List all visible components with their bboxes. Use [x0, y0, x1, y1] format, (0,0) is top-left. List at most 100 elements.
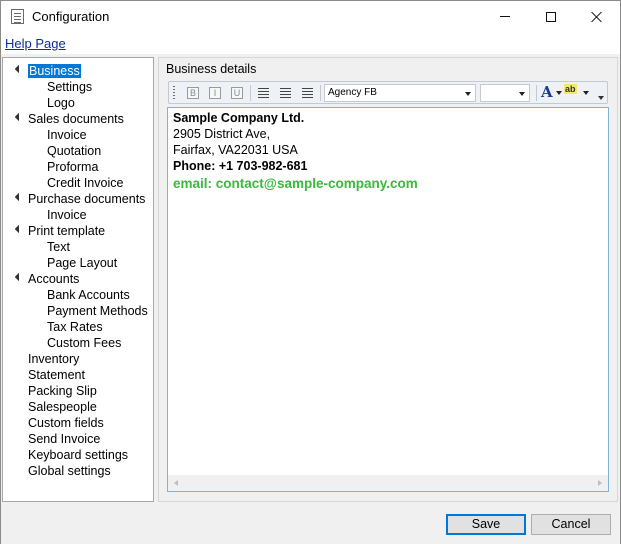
close-button[interactable]: [574, 1, 620, 32]
toolbar-separator: [320, 85, 321, 101]
window-title: Configuration: [32, 9, 110, 24]
highlight-color-button[interactable]: ab: [564, 84, 577, 94]
expand-arrow-icon[interactable]: [14, 272, 24, 282]
align-left-button[interactable]: [255, 85, 271, 101]
tree-item-inventory[interactable]: Inventory: [28, 351, 79, 367]
align-right-icon: [301, 88, 313, 98]
phone-text: Phone: +1 703-982-681: [173, 159, 308, 173]
tree-item-send-invoice[interactable]: Send Invoice: [28, 431, 100, 447]
tree-item-global-settings[interactable]: Global settings: [28, 463, 111, 479]
italic-button[interactable]: I: [207, 85, 223, 101]
minimize-button[interactable]: [482, 1, 528, 32]
highlight-dropdown-icon[interactable]: [583, 91, 589, 95]
tree-item-label: Text: [47, 240, 70, 254]
tree-item-label: Sales documents: [28, 112, 124, 126]
tree-item-label: Invoice: [47, 128, 87, 142]
scroll-right-icon[interactable]: [598, 480, 602, 486]
expand-arrow-icon[interactable]: [14, 112, 24, 122]
menu-bar: Help Page: [1, 32, 620, 54]
align-center-button[interactable]: [277, 85, 293, 101]
tree-item-label: Keyboard settings: [28, 448, 129, 462]
font-name-select[interactable]: Agency FB: [324, 84, 476, 102]
tree-item-label: Accounts: [28, 272, 80, 286]
toolbar-separator: [250, 85, 251, 101]
tree-item-label: Quotation: [47, 144, 102, 158]
font-color-button[interactable]: A: [541, 83, 553, 101]
chevron-down-icon: [465, 92, 471, 96]
navigation-tree: Business Settings Logo Sales documents I…: [2, 57, 154, 502]
email-text: email: contact@sample-company.com: [173, 176, 418, 191]
align-right-button[interactable]: [299, 85, 315, 101]
align-left-icon: [257, 88, 269, 98]
toolbar-grip-icon[interactable]: [173, 86, 175, 100]
horizontal-scrollbar[interactable]: [168, 475, 608, 491]
tree-item-packing-slip[interactable]: Packing Slip: [28, 383, 97, 399]
help-page-link[interactable]: Help Page: [5, 36, 66, 51]
chevron-down-icon: [519, 92, 525, 96]
tree-item-salespeople[interactable]: Salespeople: [28, 399, 97, 415]
tree-item-sales-documents[interactable]: Sales documents: [28, 111, 124, 127]
tree-item-keyboard-settings[interactable]: Keyboard settings: [28, 447, 128, 463]
bold-icon: B: [187, 87, 199, 99]
tree-item-accounts[interactable]: Accounts: [28, 271, 79, 287]
tree-item-label: Business: [28, 64, 81, 78]
configuration-window: Configuration Help Page Business Setting…: [0, 0, 621, 544]
business-details-editor[interactable]: Sample Company Ltd. 2905 District Ave, F…: [167, 107, 609, 492]
tree-item-label: Invoice: [47, 208, 87, 222]
cancel-button[interactable]: Cancel: [531, 514, 611, 535]
formatting-toolbar: B I U Agency FB A ab: [168, 81, 608, 104]
tree-item-credit-invoice[interactable]: Credit Invoice: [47, 175, 123, 191]
underline-button[interactable]: U: [229, 85, 245, 101]
tree-item-label: Print template: [28, 224, 106, 238]
expand-arrow-icon[interactable]: [14, 192, 24, 202]
font-size-select[interactable]: [480, 84, 530, 102]
address-line-1: 2905 District Ave,: [173, 127, 271, 141]
tree-item-label: Credit Invoice: [47, 176, 124, 190]
tree-item-custom-fields[interactable]: Custom fields: [28, 415, 104, 431]
tree-item-purchase-invoice[interactable]: Invoice: [47, 207, 87, 223]
tree-item-label: Proforma: [47, 160, 99, 174]
tree-item-label: Packing Slip: [28, 384, 97, 398]
tree-item-purchase-documents[interactable]: Purchase documents: [28, 191, 145, 207]
expand-arrow-icon[interactable]: [14, 224, 24, 234]
title-bar: Configuration: [1, 1, 620, 32]
save-button[interactable]: Save: [446, 514, 526, 535]
tree-item-label: Tax Rates: [47, 320, 103, 334]
tree-item-label: Page Layout: [47, 256, 118, 270]
font-color-dropdown-icon[interactable]: [556, 91, 562, 95]
expand-arrow-icon[interactable]: [14, 64, 24, 74]
tree-item-tax-rates[interactable]: Tax Rates: [47, 319, 103, 335]
tree-item-quotation[interactable]: Quotation: [47, 143, 101, 159]
maximize-icon: [546, 11, 556, 22]
tree-item-logo[interactable]: Logo: [47, 95, 75, 111]
tree-item-sales-invoice[interactable]: Invoice: [47, 127, 87, 143]
tree-item-statement[interactable]: Statement: [28, 367, 85, 383]
tree-item-business[interactable]: Business: [28, 63, 81, 79]
align-center-icon: [279, 88, 291, 98]
font-name-value: Agency FB: [328, 87, 377, 98]
tree-item-page-layout[interactable]: Page Layout: [47, 255, 117, 271]
toolbar-overflow-icon[interactable]: [598, 96, 604, 100]
bold-button[interactable]: B: [185, 85, 201, 101]
tree-item-proforma[interactable]: Proforma: [47, 159, 98, 175]
tree-item-payment-methods[interactable]: Payment Methods: [47, 303, 148, 319]
minimize-icon: [500, 16, 510, 17]
tree-item-text[interactable]: Text: [47, 239, 70, 255]
toolbar-separator: [536, 85, 537, 101]
tree-item-label: Purchase documents: [28, 192, 146, 206]
tree-item-label: Payment Methods: [47, 304, 148, 318]
tree-item-bank-accounts[interactable]: Bank Accounts: [47, 287, 130, 303]
tree-item-custom-fees[interactable]: Custom Fees: [47, 335, 121, 351]
tree-item-label: Bank Accounts: [47, 288, 130, 302]
tree-item-label: Global settings: [28, 464, 111, 478]
document-icon: [11, 9, 24, 24]
tree-item-settings[interactable]: Settings: [47, 79, 92, 95]
maximize-button[interactable]: [528, 1, 574, 32]
scroll-left-icon[interactable]: [174, 480, 178, 486]
tree-item-label: Inventory: [28, 352, 80, 366]
tree-item-label: Custom fields: [28, 416, 104, 430]
tree-item-label: Salespeople: [28, 400, 97, 414]
tree-item-label: Send Invoice: [28, 432, 101, 446]
tree-item-label: Custom Fees: [47, 336, 122, 350]
tree-item-print-template[interactable]: Print template: [28, 223, 105, 239]
